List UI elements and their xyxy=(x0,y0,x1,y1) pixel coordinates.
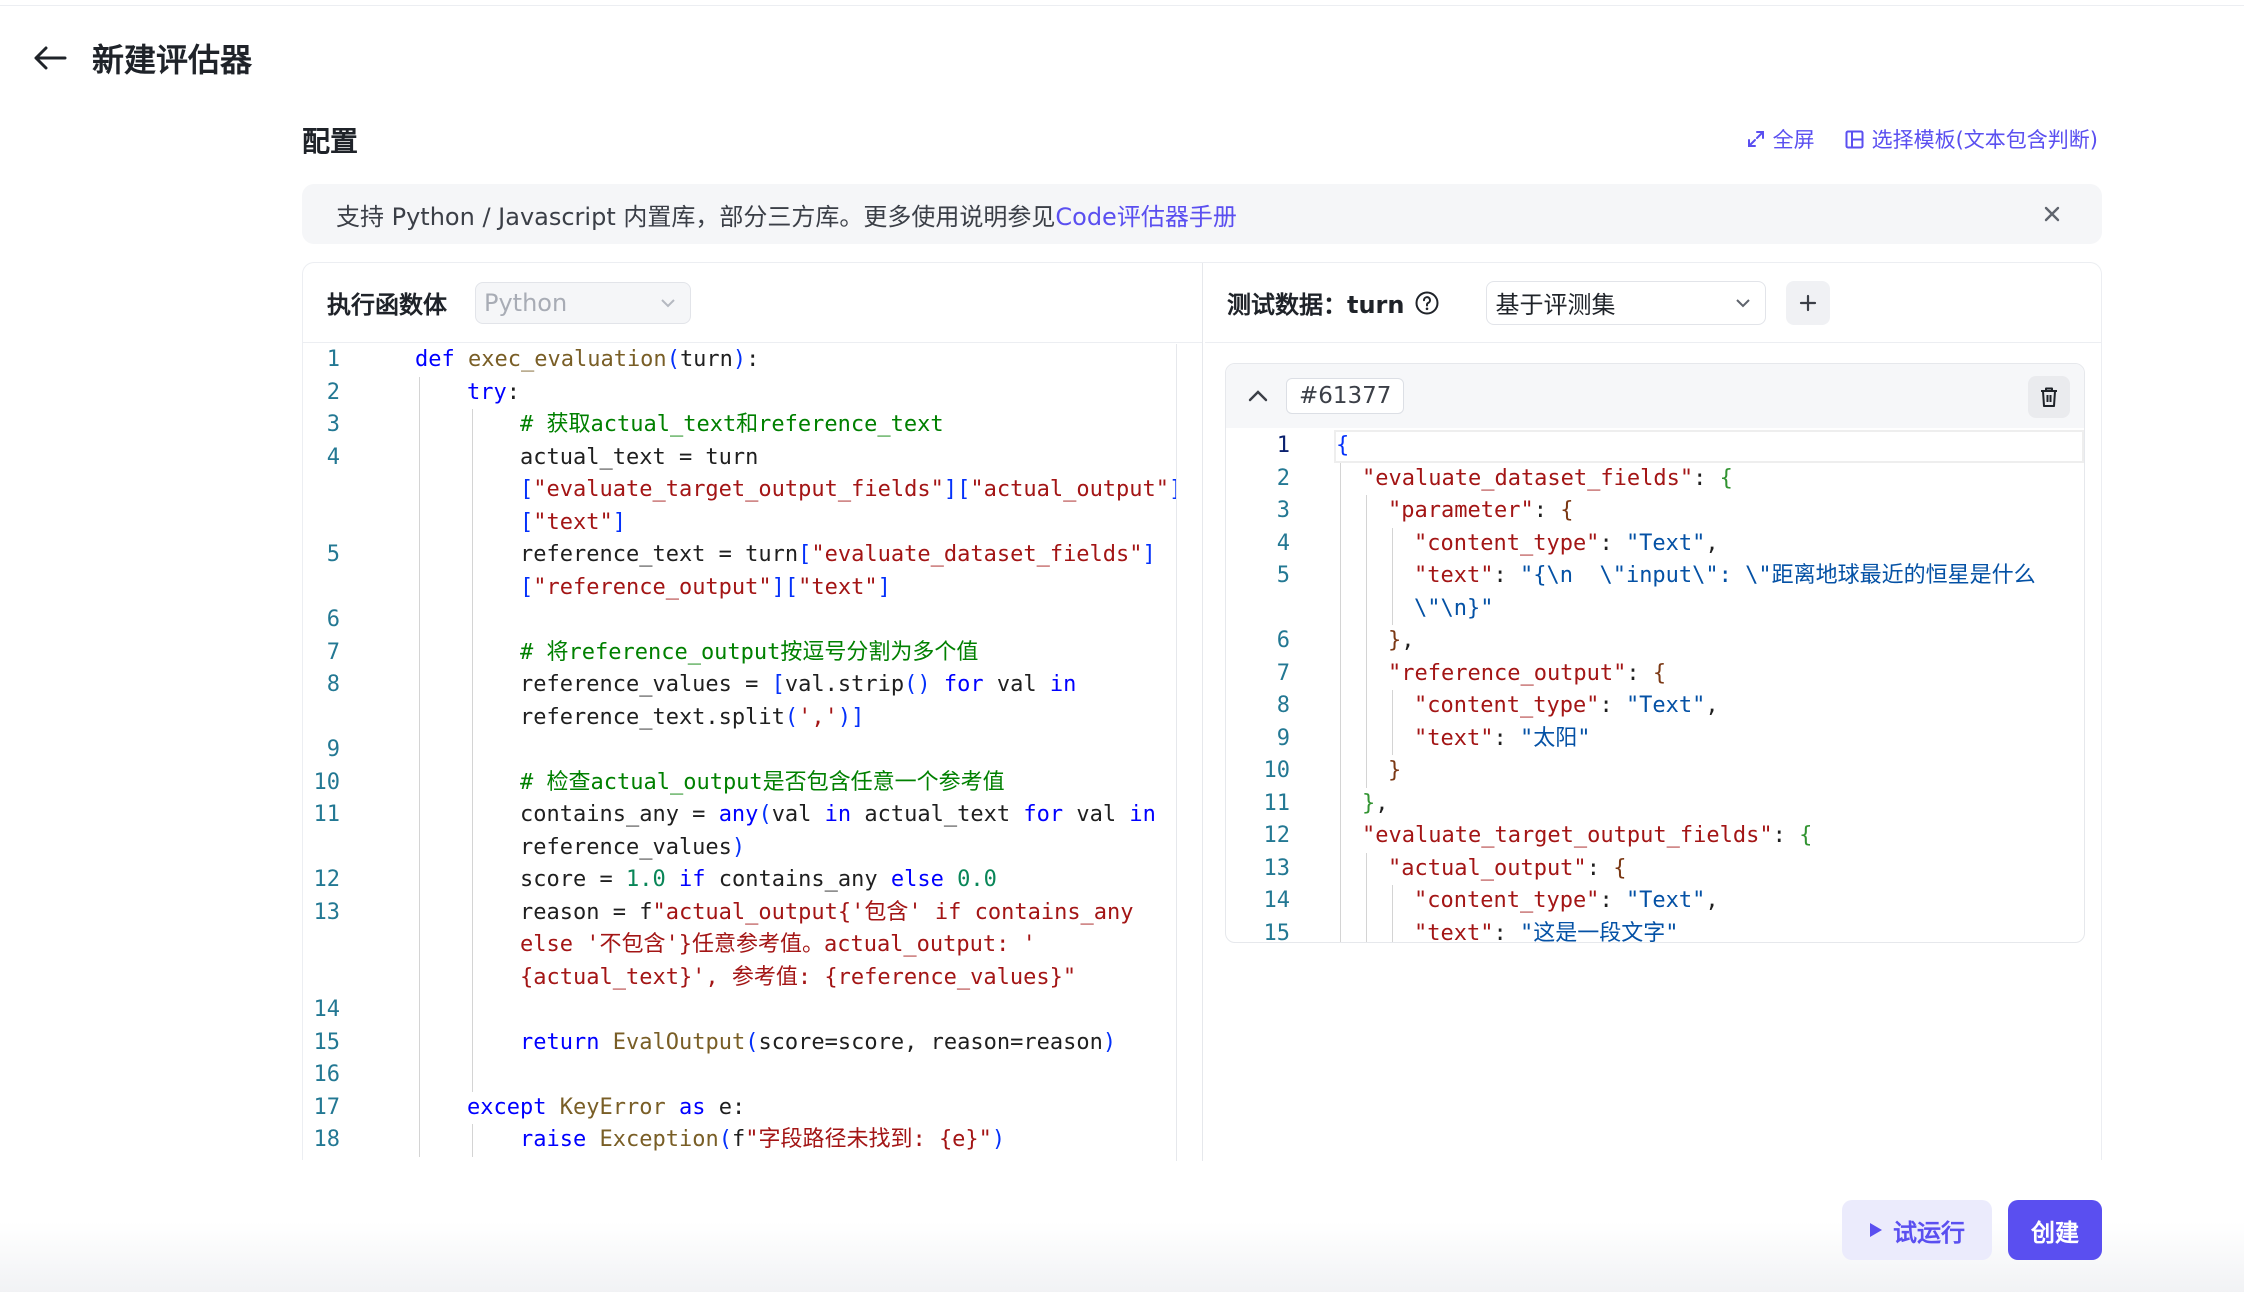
code-line: 7 # 将reference_output按逗号分割为多个值 xyxy=(303,636,1176,669)
fullscreen-button[interactable]: 全屏 xyxy=(1747,124,1815,154)
json-line: 5 "text": "{\n \"input\": \"距离地球最近的恒星是什么 xyxy=(1226,560,2084,593)
code-line: 13 reason = f"actual_output{'包含' if conta… xyxy=(303,896,1176,929)
chevron-down-icon xyxy=(1736,298,1751,307)
json-line: 7 "reference_output": { xyxy=(1226,657,2084,690)
json-line: 14 "content_type": "Text", xyxy=(1226,885,2084,918)
create-button[interactable]: 创建 xyxy=(2008,1200,2102,1260)
code-line: 10 # 检查actual_output是否包含任意一个参考值 xyxy=(303,766,1176,799)
close-icon[interactable] xyxy=(2040,202,2064,226)
code-line: 6 xyxy=(303,604,1176,637)
add-data-button[interactable] xyxy=(1786,280,1831,325)
test-data-pane: 测试数据：turn 基于评测集 #61377 1 {2 "evaluate_d… xyxy=(1205,263,2101,1161)
json-line: 3 "parameter": { xyxy=(1226,495,2084,528)
json-line: 12 "evaluate_target_output_fields": { xyxy=(1226,820,2084,853)
notice-text: 支持 Python / Javascript 内置库，部分三方库。更多使用说明参… xyxy=(336,202,1056,231)
plus-icon xyxy=(1800,294,1817,311)
code-line: ["text"] xyxy=(303,506,1176,539)
play-icon xyxy=(1870,1223,1882,1237)
code-editor[interactable]: 1 def exec_evaluation(turn): 2 try: 3 # 获取a… xyxy=(303,344,1176,1161)
page-header: 新建评估器 xyxy=(30,36,252,80)
chevron-down-icon xyxy=(661,298,675,307)
create-label: 创建 xyxy=(2031,1218,2079,1247)
code-line: 11 contains_any = any(val in actual_text … xyxy=(303,799,1176,832)
help-icon[interactable] xyxy=(1414,290,1440,316)
code-line: 5 reference_text = turn["evaluate_dataset… xyxy=(303,539,1176,572)
function-body-header: 执行函数体 Python xyxy=(303,263,1202,343)
code-line: 1 def exec_evaluation(turn): xyxy=(326,347,760,372)
template-icon xyxy=(1845,130,1864,148)
top-divider xyxy=(0,0,2244,6)
page-title: 新建评估器 xyxy=(92,41,253,79)
json-line: 15 "text": "这是一段文字" xyxy=(1226,917,2084,942)
code-line: else '不包含'}任意参考值。actual_output: ' xyxy=(303,929,1176,962)
data-source-select[interactable]: 基于评测集 xyxy=(1486,280,1767,325)
editor-card: 执行函数体 Python 1 def exec_evaluation(turn):… xyxy=(302,262,2102,1161)
json-line: 9 "text": "太阳" xyxy=(1226,722,2084,755)
template-label: 选择模板(文本包含判断) xyxy=(1871,128,2098,152)
select-template-button[interactable]: 选择模板(文本包含判断) xyxy=(1845,124,2098,154)
data-source-value: 基于评测集 xyxy=(1495,291,1616,319)
json-editor[interactable]: 1{ 2 "evaluate_dataset_fields": { 3 "param… xyxy=(1226,430,2084,942)
chevron-up-icon xyxy=(1248,390,1268,402)
code-line: 4 actual_text = turn xyxy=(303,441,1176,474)
section-title: 配置 xyxy=(302,125,359,158)
collapse-button[interactable] xyxy=(1244,382,1272,410)
code-line: 3 # 获取actual_text和reference_text xyxy=(303,409,1176,442)
json-line: \"\n}" xyxy=(1226,592,2084,625)
code-line: 8 reference_values = [val.strip() for val… xyxy=(303,669,1176,702)
json-line: 11}, xyxy=(1226,787,2084,820)
language-value: Python xyxy=(484,288,568,317)
test-data-label: 测试数据：turn xyxy=(1227,291,1405,319)
back-button[interactable] xyxy=(30,38,70,78)
trial-run-label: 试运行 xyxy=(1893,1218,1965,1247)
code-line: ["evaluate_target_output_fields"]["actua… xyxy=(303,474,1176,507)
sample-header: #61377 xyxy=(1226,364,2084,428)
manual-link[interactable]: Code评估器手册 xyxy=(1055,197,1236,232)
code-line: 9 xyxy=(303,734,1176,767)
code-line: 16 xyxy=(303,1059,1176,1092)
code-line: {actual_text}', 参考值: {reference_values}" xyxy=(303,961,1176,994)
json-line: 6}, xyxy=(1226,625,2084,658)
sample-card: #61377 1{ 2 "evaluate_dataset_fields": { … xyxy=(1225,363,2085,943)
info-notice: 支持 Python / Javascript 内置库，部分三方库。更多使用说明参… xyxy=(302,184,2102,244)
fullscreen-label: 全屏 xyxy=(1772,128,1815,152)
code-line: reference_text.split(',')] xyxy=(303,701,1176,734)
code-line: 14 xyxy=(303,994,1176,1027)
function-body-label: 执行函数体 xyxy=(327,291,447,319)
json-line: 10} xyxy=(1226,755,2084,788)
code-line: 12 score = 1.0 if contains_any else 0.0 xyxy=(303,864,1176,897)
json-line: 4 "content_type": "Text", xyxy=(1226,527,2084,560)
editor-scrollbar[interactable] xyxy=(1176,344,1177,1161)
json-line: 8 "content_type": "Text", xyxy=(1226,690,2084,723)
code-line: 18 raise Exception(f"字段路径未找到: {e}") xyxy=(303,1124,1176,1157)
header-actions: 全屏 选择模板(文本包含判断) xyxy=(1747,124,2098,154)
language-select[interactable]: Python xyxy=(475,281,691,324)
code-line: 17 except KeyError as e: xyxy=(303,1091,1176,1124)
trash-icon xyxy=(2041,387,2057,407)
arrow-left-icon xyxy=(34,46,67,70)
code-line: 2 try: xyxy=(303,376,1176,409)
function-body-pane: 执行函数体 Python 1 def exec_evaluation(turn):… xyxy=(303,263,1203,1161)
json-line: 1{ xyxy=(1276,433,1350,458)
trial-run-button[interactable]: 试运行 xyxy=(1842,1200,1992,1260)
json-line: 2 "evaluate_dataset_fields": { xyxy=(1226,462,2084,495)
expand-icon xyxy=(1747,131,1764,147)
code-line: 15 return EvalOutput(score=score, reason=… xyxy=(303,1026,1176,1059)
test-data-header: 测试数据：turn 基于评测集 xyxy=(1205,263,2101,343)
delete-sample-button[interactable] xyxy=(2028,376,2070,418)
sample-id-badge: #61377 xyxy=(1286,378,1405,414)
code-line: ["reference_output"]["text"] xyxy=(303,571,1176,604)
code-line: reference_values) xyxy=(303,831,1176,864)
json-line: 13 "actual_output": { xyxy=(1226,852,2084,885)
